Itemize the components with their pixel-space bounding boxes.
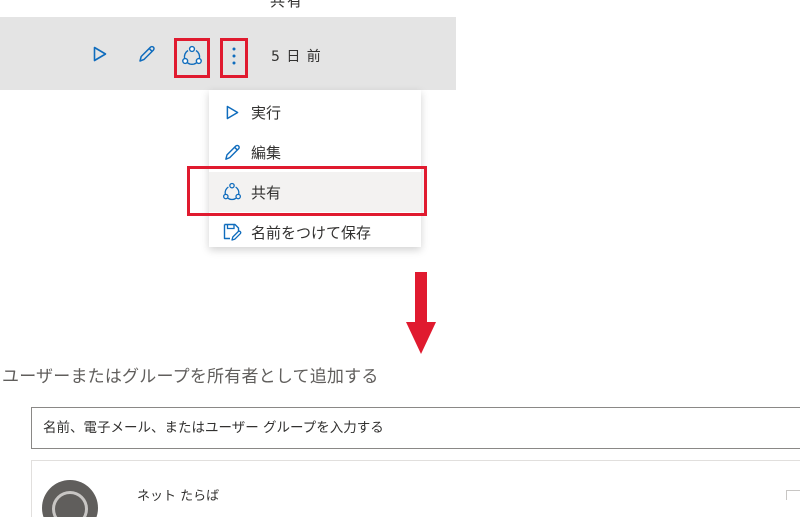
owner-search-box[interactable] <box>31 407 800 449</box>
play-icon <box>93 46 107 62</box>
more-options-button[interactable] <box>220 38 248 74</box>
page-title-partial: 共有 <box>270 0 305 10</box>
pencil-icon <box>139 45 155 62</box>
menu-item-label: 共有 <box>251 183 282 202</box>
save-as-icon <box>222 222 242 242</box>
menu-item-save-as[interactable]: 名前をつけて保存 <box>209 212 421 247</box>
menu-item-edit[interactable]: 編集 <box>209 132 421 172</box>
run-button[interactable] <box>90 44 110 64</box>
flow-toolbar: 5 日 前 <box>0 17 456 90</box>
owner-name: ネット たらば <box>137 489 220 504</box>
menu-item-run[interactable]: 実行 <box>209 92 421 132</box>
play-icon <box>222 102 242 122</box>
modified-time: 5 日 前 <box>271 49 322 65</box>
pencil-icon <box>222 142 242 162</box>
share-button[interactable] <box>174 38 210 74</box>
card-action-icon[interactable] <box>786 490 800 500</box>
menu-item-label: 実行 <box>251 103 282 122</box>
menu-item-label: 編集 <box>251 143 282 162</box>
more-vertical-icon <box>232 47 236 65</box>
down-arrow-icon <box>406 272 436 354</box>
menu-item-label: 名前をつけて保存 <box>251 223 372 242</box>
edit-button[interactable] <box>135 43 159 65</box>
owner-search-input[interactable] <box>32 408 800 448</box>
add-owner-title: ユーザーまたはグループを所有者として追加する <box>2 367 379 387</box>
share-icon <box>222 182 242 202</box>
menu-item-share[interactable]: 共有 <box>209 172 421 212</box>
context-menu: 実行 編集 共有 名前をつけて保存 <box>209 90 421 247</box>
share-icon <box>182 45 202 65</box>
